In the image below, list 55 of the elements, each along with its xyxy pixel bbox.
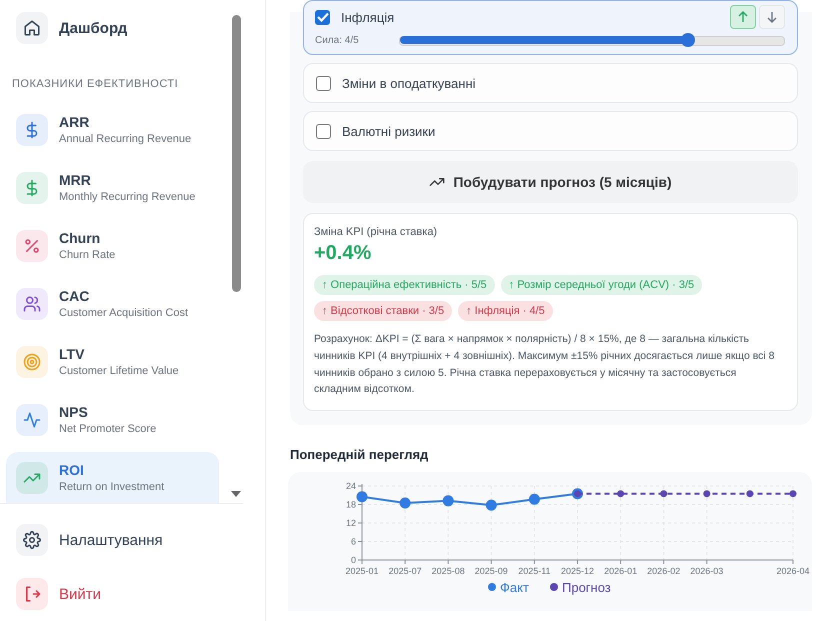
x-axis-label: 2026-02 bbox=[647, 566, 680, 576]
sidebar-item[interactable]: LTV Customer Lifetime Value bbox=[6, 336, 219, 387]
factor-tag: ↑ Інфляція · 4/5 bbox=[458, 301, 553, 321]
kpi-description: Customer Lifetime Value bbox=[59, 365, 179, 377]
sidebar-item[interactable]: Вийти bbox=[6, 572, 243, 616]
legend-label: Факт bbox=[500, 580, 529, 596]
factor-label: Валютні ризики bbox=[342, 124, 436, 138]
x-axis-label: 2025-09 bbox=[474, 566, 508, 576]
kpi-description: Monthly Recurring Revenue bbox=[59, 191, 196, 203]
y-axis-label: 6 bbox=[350, 536, 356, 547]
factor-tag: ↑ Розмір середньої угоди (ACV) · 3/5 bbox=[500, 275, 702, 295]
kpi-name: CAC bbox=[59, 288, 90, 304]
sidebar-item[interactable]: CAC Customer Acquisition Cost bbox=[6, 278, 219, 329]
kpi-description: Customer Acquisition Cost bbox=[59, 307, 188, 319]
kpi-description: Return on Investment bbox=[59, 481, 164, 493]
calculation-note: Розрахунок: ΔKPI = (Σ вага × напрямок × полярність) / 8 × 15%, де 8 — загальна кількість чинників KPI (4 внутрішніх + 4 зовнішніх). Максимум ±15% річних досягається лише якщо всі 8 чинників обрано з силою 5. Річна ставка перераховується у місячну та застосовується складним відсотком. bbox=[314, 332, 776, 398]
x-axis-label: 2026-01 bbox=[604, 566, 638, 576]
strength-label: Сила: 4/5 bbox=[315, 35, 360, 46]
x-axis-label: 2025-11 bbox=[518, 566, 551, 576]
y-axis-label: 18 bbox=[346, 500, 356, 510]
kpi-name: NPS bbox=[59, 404, 89, 420]
x-axis-label: 2025-01 bbox=[345, 566, 379, 576]
x-axis-label: 2026-03 bbox=[690, 566, 724, 576]
x-axis-label: 2025-07 bbox=[388, 566, 422, 576]
sidebar-item[interactable]: Дашборд bbox=[6, 6, 219, 50]
sidebar-item[interactable]: ROI Return on Investment bbox=[6, 452, 219, 503]
x-axis-label: 2026-04 bbox=[776, 566, 810, 576]
result-value: +0.4% bbox=[314, 242, 372, 265]
sidebar-item[interactable]: Churn Churn Rate bbox=[6, 220, 219, 271]
legend-label: Прогноз bbox=[562, 580, 611, 596]
factor-label: Інфляція bbox=[341, 10, 396, 24]
sidebar-item[interactable]: Налаштування bbox=[6, 518, 243, 562]
factor-tag: ↑ Відсоткові ставки · 3/5 bbox=[314, 301, 452, 321]
kpi-name: Churn bbox=[59, 230, 102, 246]
build-forecast-button[interactable]: Побудувати прогноз (5 місяців) bbox=[303, 161, 798, 203]
y-axis-label: 0 bbox=[350, 555, 356, 566]
factor-tag: ↑ Операційна ефективність · 5/5 bbox=[314, 275, 495, 295]
x-axis-label: 2025-12 bbox=[560, 566, 594, 576]
kpi-description: Churn Rate bbox=[59, 249, 116, 261]
x-axis-label: 2025-08 bbox=[432, 566, 465, 576]
factor-label: Зміни в оподаткуванні bbox=[342, 76, 477, 90]
y-axis-label: 12 bbox=[346, 518, 356, 528]
kpi-name: MRR bbox=[59, 172, 92, 188]
sidebar-item[interactable]: NPS Net Promoter Score bbox=[6, 394, 219, 445]
kpi-name: ARR bbox=[59, 114, 90, 130]
section-title: ПОКАЗНИКИ ЕФЕКТИВНОСТІ bbox=[12, 78, 180, 90]
kpi-description: Net Promoter Score bbox=[59, 423, 156, 435]
kpi-name: LTV bbox=[59, 346, 86, 362]
kpi-description: Annual Recurring Revenue bbox=[59, 133, 192, 145]
result-label: Зміна KPI (річна ставка) bbox=[314, 226, 438, 238]
sidebar-item[interactable]: MRR Monthly Recurring Revenue bbox=[6, 162, 219, 213]
sidebar-item[interactable]: ARR Annual Recurring Revenue bbox=[6, 104, 219, 155]
section-heading: Попередній перегляд bbox=[290, 447, 430, 462]
kpi-name: ROI bbox=[59, 462, 85, 478]
y-axis-label: 24 bbox=[346, 481, 356, 492]
